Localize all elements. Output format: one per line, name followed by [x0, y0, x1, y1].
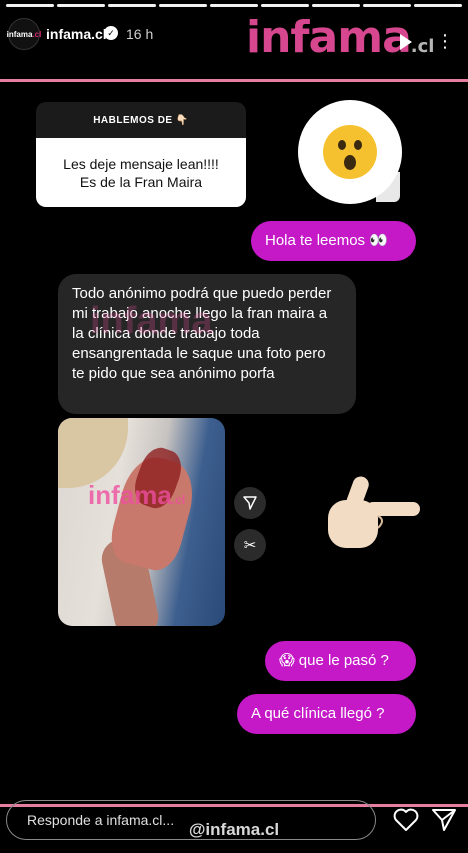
progress-segment [363, 4, 411, 7]
photo-watermark-suffix: .cl [171, 493, 186, 507]
message-bubble-sent: A qué clínica llegó ? [237, 694, 416, 734]
progress-segment [159, 4, 207, 7]
verified-check-icon: ✓ [104, 26, 118, 40]
message-bubble-sent: 😱 que le pasó ? [265, 641, 416, 681]
question-sticker-title: HABLEMOS DE 👇🏻 [36, 102, 246, 138]
story-progress-bar [6, 4, 462, 7]
more-icon[interactable]: ⋮ [436, 32, 455, 50]
question-sticker: HABLEMOS DE 👇🏻 Les deje mensaje lean!!!!… [36, 102, 246, 207]
brand-logo-text: infama [246, 12, 412, 63]
attached-photo[interactable]: infama.cl [58, 418, 225, 626]
question-sticker-body: Les deje mensaje lean!!!! Es de la Fran … [36, 138, 246, 207]
story-header: infama .cl infama.cl ✓ 16 h infama.cl ⋮ [0, 14, 468, 60]
progress-segment [261, 4, 309, 7]
question-line-2: Es de la Fran Maira [79, 173, 203, 190]
pink-divider-top [0, 79, 468, 82]
emoji-eye-left [338, 140, 346, 150]
avatar[interactable]: infama .cl [6, 18, 42, 50]
progress-segment [57, 4, 105, 7]
emoji-face [323, 125, 377, 179]
send-icon[interactable] [234, 487, 266, 519]
pointing-right-icon [328, 476, 420, 548]
send-icon-glyph [243, 496, 257, 510]
progress-segment [414, 4, 462, 7]
watermark-mid: infama [90, 300, 213, 342]
photo-watermark: infama.cl [88, 480, 185, 511]
share-icon[interactable] [430, 806, 458, 834]
play-icon[interactable] [400, 34, 412, 50]
avatar-label-suffix: .cl [32, 29, 42, 39]
heart-icon[interactable] [392, 806, 420, 834]
progress-segment [6, 4, 54, 7]
progress-segment [312, 4, 360, 7]
astonished-face-icon [298, 100, 402, 204]
scissors-icon[interactable]: ✂ [234, 529, 266, 561]
avatar-label: infama [6, 29, 33, 39]
message-bubble-sent: Hola te leemos 👀 [251, 221, 416, 261]
brand-logo-suffix: .cl [410, 36, 435, 57]
progress-segment [210, 4, 258, 7]
photo-watermark-text: infama [88, 480, 172, 510]
question-line-1: Les deje mensaje lean!!!! [63, 155, 219, 172]
emoji-mouth [344, 155, 356, 170]
message-bubble-received: Todo anónimo podrá que puedo perder mi t… [58, 274, 356, 414]
emoji-eye-right [354, 140, 362, 150]
post-time: 16 h [126, 26, 154, 42]
username[interactable]: infama.cl [46, 26, 107, 42]
progress-segment [108, 4, 156, 7]
photo-hair [58, 418, 128, 488]
